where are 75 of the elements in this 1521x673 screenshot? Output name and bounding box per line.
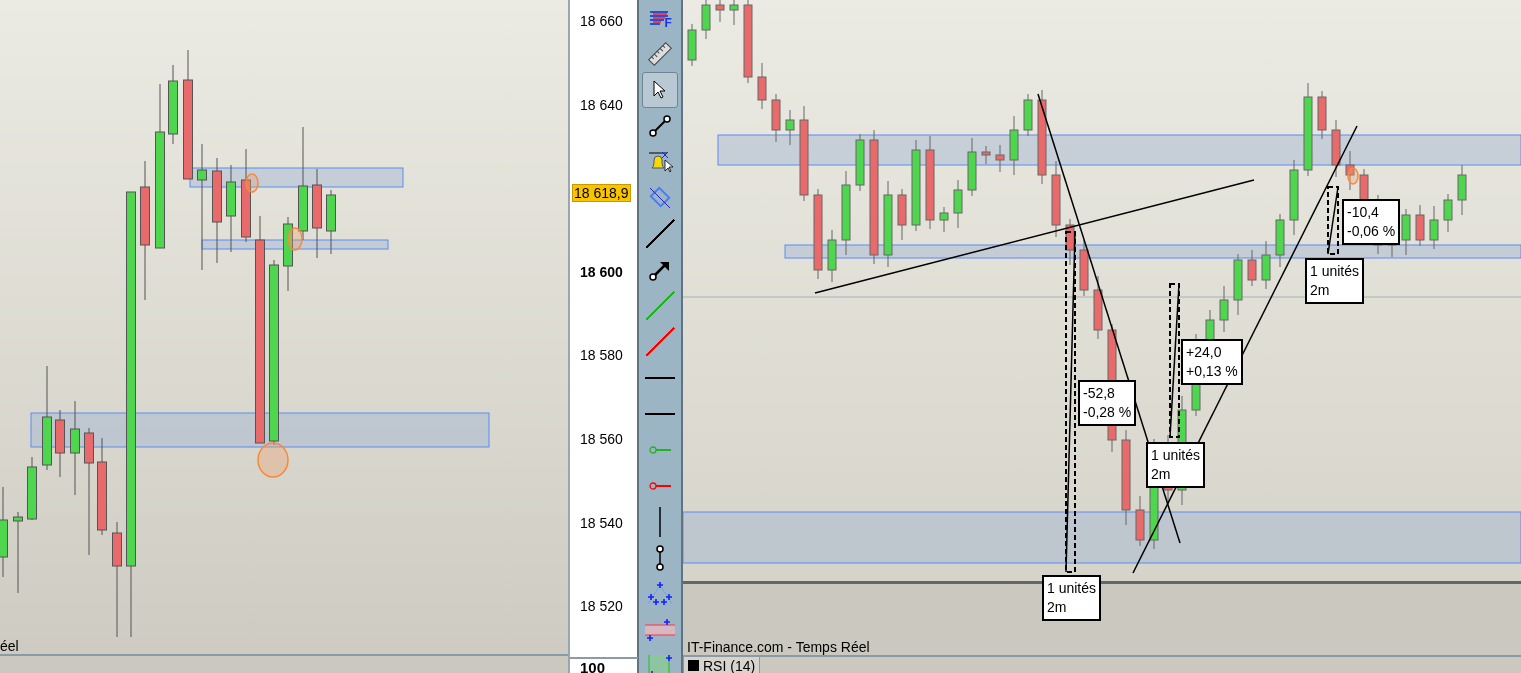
square-icon (688, 660, 699, 671)
candle (1345, 150, 1355, 191)
list-icon (648, 10, 671, 26)
price-tick: 18 640 (580, 96, 623, 113)
candle (939, 206, 949, 233)
candle (1415, 204, 1425, 247)
candle (967, 137, 977, 197)
candle (897, 188, 907, 241)
pointer-icon (652, 80, 667, 100)
bell-icon (646, 150, 673, 174)
candle (1233, 253, 1243, 316)
fan-icon (645, 582, 674, 606)
candle (1023, 93, 1033, 137)
indicator-tab[interactable]: RSI (14) (683, 657, 761, 673)
candle (687, 23, 697, 67)
candle (1261, 240, 1271, 290)
candle (855, 133, 865, 192)
price-tick: 18 520 (580, 598, 623, 615)
measure-percent: -0,06 % (1347, 222, 1396, 241)
measure-units: 1 unités (1047, 579, 1097, 598)
source-text: éel (0, 638, 19, 654)
marker-ellipse (245, 173, 259, 193)
price-tick: 18 660 (580, 13, 623, 29)
candle (326, 189, 336, 255)
price-tick: 18 540 (580, 514, 623, 531)
segment-icon (647, 114, 672, 138)
candle (785, 109, 795, 146)
candle (1401, 208, 1411, 256)
measure-bracket (1327, 186, 1339, 255)
candle (1135, 495, 1145, 547)
measure-percent: -0,28 % (1083, 403, 1132, 422)
channel-icon (644, 619, 675, 641)
candle (1331, 119, 1341, 178)
measure-period: 2m (1047, 598, 1068, 617)
measure-value: -52,8 (1083, 384, 1116, 403)
source-text: IT-Finance.com - Temps Réel (687, 639, 870, 655)
tool-button[interactable]: F (641, 0, 678, 36)
candle (729, 0, 739, 26)
candle (1093, 275, 1103, 340)
candle (995, 144, 1005, 173)
candle (771, 93, 781, 143)
candle (701, 0, 711, 40)
marker-ellipse (1347, 167, 1359, 185)
candle (1219, 285, 1229, 333)
candle (1247, 249, 1257, 287)
measure-period: 2m (1310, 281, 1331, 300)
candle (953, 179, 963, 229)
price-tick: 18 560 (580, 431, 623, 447)
marker-ellipse (257, 442, 289, 478)
candle (757, 62, 767, 110)
measure-percent: +0,13 % (1186, 362, 1238, 381)
measure-units: 1 unités (1310, 262, 1360, 281)
price-tick: 18 600 (580, 263, 623, 280)
current-price-label: 18 618,9 (572, 184, 631, 202)
candle (1275, 213, 1285, 268)
vertical-segment-icon (654, 545, 665, 571)
candle (1443, 193, 1453, 233)
measure-units: 1 unités (1151, 446, 1201, 465)
candle (715, 0, 725, 23)
tool-button[interactable] (641, 72, 678, 108)
measure-value: +24,0 (1186, 343, 1223, 362)
marker-ellipse (287, 227, 303, 251)
candle (1009, 115, 1019, 176)
candle (1079, 239, 1089, 297)
measure-value: -10,4 (1347, 203, 1380, 222)
candle (55, 409, 65, 478)
price-tick: 18 580 (580, 347, 623, 364)
candle (27, 456, 37, 521)
candle (827, 229, 837, 283)
candle (981, 145, 991, 165)
candle (1457, 164, 1467, 216)
candle (1317, 90, 1327, 140)
vertical-line-icon (657, 507, 662, 537)
candle (1065, 218, 1075, 266)
candle (1429, 205, 1439, 250)
